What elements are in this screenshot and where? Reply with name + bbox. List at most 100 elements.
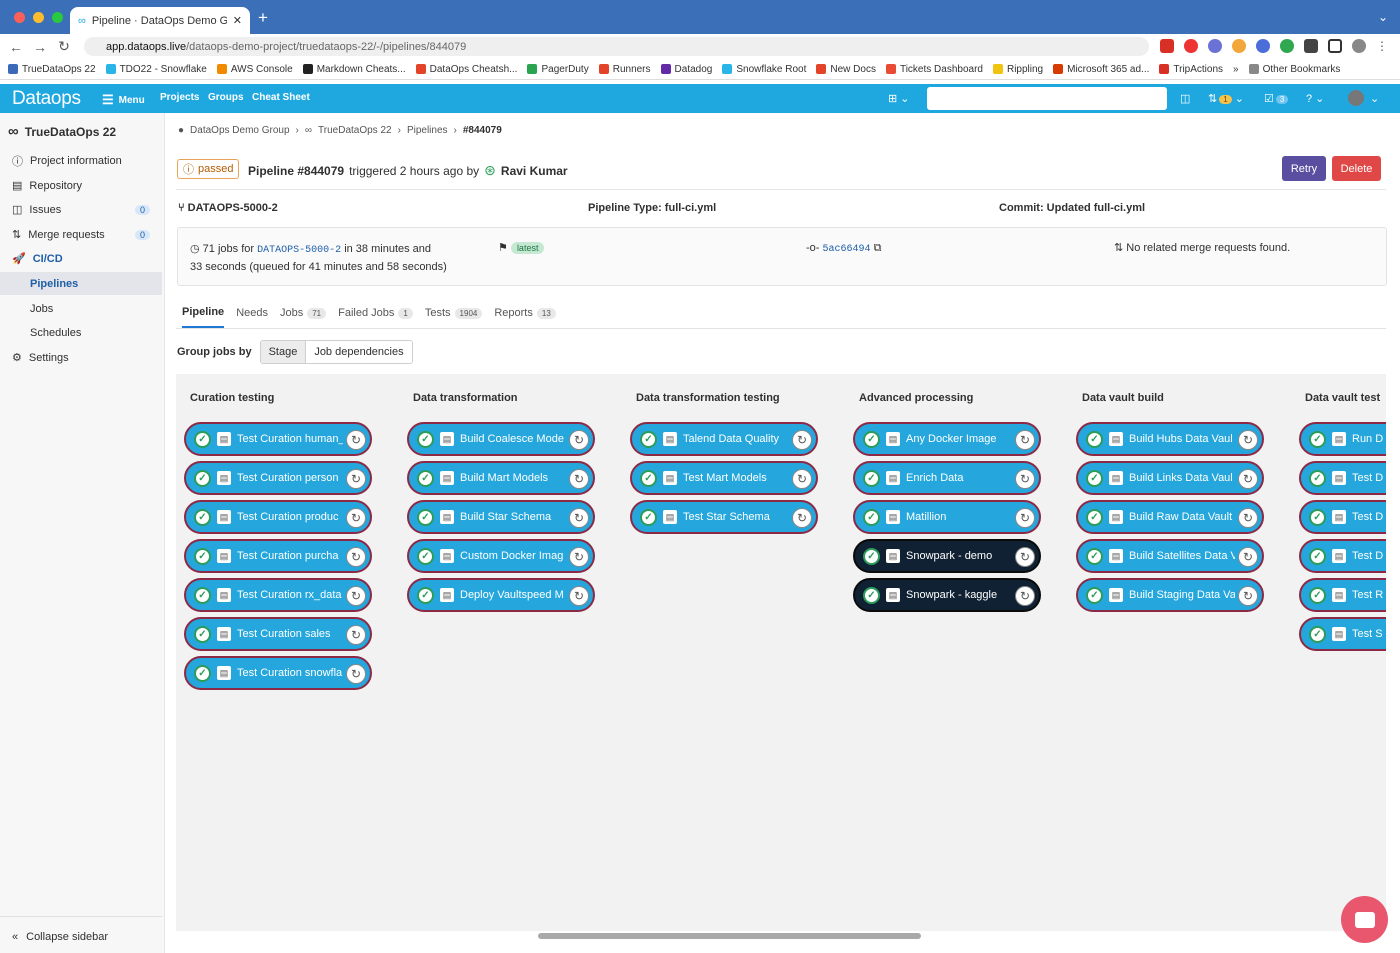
sidebar-item-settings[interactable]: ⚙ Settings (0, 346, 162, 369)
job-pill[interactable]: ✓ ▤ Build Hubs Data Vaul ↻ (1076, 422, 1264, 456)
status-badge[interactable]: ⓘ passed (177, 159, 240, 179)
user-link[interactable]: Ravi Kumar (501, 164, 568, 178)
job-pill[interactable]: ✓▤Run D↻ (1299, 422, 1386, 456)
jobs-branch-link[interactable]: DATAOPS-5000-2 (257, 245, 341, 256)
retry-job-icon[interactable]: ↻ (569, 586, 589, 606)
retry-job-icon[interactable]: ↻ (1238, 508, 1258, 528)
groups-link[interactable]: Groups (208, 92, 244, 103)
retry-button[interactable]: Retry (1282, 156, 1326, 181)
job-pill[interactable]: ✓▤Test R↻ (1299, 578, 1386, 612)
job-pill[interactable]: ✓ ▤ Test Star Schema ↻ (630, 500, 818, 534)
job-pill[interactable]: ✓ ▤ Build Satellites Data V ↻ (1076, 539, 1264, 573)
job-pill[interactable]: ✓ ▤ Matillion ↻ (853, 500, 1041, 534)
retry-job-icon[interactable]: ↻ (569, 469, 589, 489)
job-pill[interactable]: ✓▤Test D↻ (1299, 539, 1386, 573)
retry-job-icon[interactable]: ↻ (346, 508, 366, 528)
cheat-sheet-link[interactable]: Cheat Sheet (252, 92, 310, 103)
retry-job-icon[interactable]: ↻ (1015, 547, 1035, 567)
sidebar-item-jobs[interactable]: Jobs (0, 297, 162, 320)
tab-failed-jobs[interactable]: Failed Jobs 1 (338, 298, 413, 328)
sidebar-item-project-information[interactable]: ⓘ Project information (0, 149, 162, 172)
retry-job-icon[interactable]: ↻ (792, 469, 812, 489)
retry-job-icon[interactable]: ↻ (569, 547, 589, 567)
job-pill[interactable]: ✓▤Test D↻ (1299, 500, 1386, 534)
retry-job-icon[interactable]: ↻ (346, 586, 366, 606)
horizontal-scrollbar[interactable] (176, 930, 1386, 942)
extension-icon[interactable] (1160, 39, 1174, 53)
sidepanel-icon[interactable] (1328, 39, 1342, 53)
sidebar-item-schedules[interactable]: Schedules (0, 321, 162, 344)
job-pill[interactable]: ✓ ▤ Build Raw Data Vault ↻ (1076, 500, 1264, 534)
bookmark-item[interactable]: Microsoft 365 ad... (1053, 64, 1149, 75)
scrollbar-thumb[interactable] (538, 933, 921, 939)
bookmark-item[interactable]: Other Bookmarks (1248, 64, 1340, 75)
extension-icon-2[interactable] (1256, 39, 1270, 53)
job-pill[interactable]: ✓ ▤ Snowpark - kaggle ↻ (853, 578, 1041, 612)
retry-job-icon[interactable]: ↻ (1015, 586, 1035, 606)
retry-job-icon[interactable]: ↻ (792, 508, 812, 528)
job-pill[interactable]: ✓ ▤ Deploy Vaultspeed M ↻ (407, 578, 595, 612)
job-pill[interactable]: ✓ ▤ Enrich Data ↻ (853, 461, 1041, 495)
tab-pipeline[interactable]: Pipeline (182, 298, 225, 328)
plus-icon[interactable]: ⊞ ⌄ (888, 92, 910, 105)
issues-icon[interactable]: ◫ (1180, 92, 1190, 105)
extension-gear-icon[interactable] (1208, 39, 1222, 53)
delete-button[interactable]: Delete (1332, 156, 1381, 181)
profile-avatar-icon[interactable] (1352, 39, 1366, 53)
retry-job-icon[interactable]: ↻ (346, 625, 366, 645)
search-input[interactable] (927, 87, 1167, 110)
bookmark-item[interactable]: Markdown Cheats... (302, 64, 406, 75)
sidebar-item-pipelines[interactable]: Pipelines (0, 272, 162, 295)
sidebar-item-cicd[interactable]: 🚀 CI/CD (0, 247, 162, 270)
job-pill[interactable]: ✓ ▤ Build Links Data Vaul ↻ (1076, 461, 1264, 495)
chat-widget-button[interactable] (1341, 896, 1388, 943)
todos-icon[interactable]: ☑ 3 (1264, 92, 1289, 105)
retry-job-icon[interactable]: ↻ (346, 664, 366, 684)
job-pill[interactable]: ✓ ▤ Any Docker Image ↻ (853, 422, 1041, 456)
new-tab-button[interactable]: + (258, 8, 268, 28)
help-icon[interactable]: ? ⌄ (1306, 92, 1324, 105)
job-pill[interactable]: ✓ ▤ Test Curation purcha ↻ (184, 539, 372, 573)
job-pill[interactable]: ✓ ▤ Test Curation snowfla ↻ (184, 656, 372, 690)
job-pill[interactable]: ✓▤Test D↻ (1299, 461, 1386, 495)
breadcrumb-project[interactable]: TrueDataOps 22 (318, 125, 392, 136)
retry-job-icon[interactable]: ↻ (792, 430, 812, 450)
copy-icon[interactable]: ⧉ (874, 242, 882, 254)
dataops-logo[interactable]: Dataops (12, 88, 81, 110)
retry-job-icon[interactable]: ↻ (346, 430, 366, 450)
bookmark-item[interactable]: AWS Console (216, 64, 293, 75)
sidebar-item-merge-requests[interactable]: ⇅ Merge requests 0 (0, 223, 162, 246)
breadcrumb-group[interactable]: DataOps Demo Group (190, 125, 290, 136)
more-menu-icon[interactable]: ⋮ (1376, 39, 1390, 53)
bookmark-item[interactable]: TrueDataOps 22 (8, 64, 96, 75)
url-input[interactable]: app.dataops.live/dataops-demo-project/tr… (84, 37, 1149, 56)
job-pill[interactable]: ✓ ▤ Test Curation rx_data ↻ (184, 578, 372, 612)
job-pill[interactable]: ✓ ▤ Build Mart Models ↻ (407, 461, 595, 495)
job-pill[interactable]: ✓ ▤ Talend Data Quality ↻ (630, 422, 818, 456)
breadcrumb-pipelines[interactable]: Pipelines (407, 125, 448, 136)
project-title[interactable]: ∞ TrueDataOps 22 (8, 123, 116, 140)
tab-reports[interactable]: Reports 13 (494, 298, 556, 328)
bookmark-item[interactable]: Datadog (660, 64, 712, 75)
puzzle-icon[interactable] (1304, 39, 1318, 53)
job-pill[interactable]: ✓ ▤ Build Coalesce Mode ↻ (407, 422, 595, 456)
job-pill[interactable]: ✓ ▤ Test Curation produc ↻ (184, 500, 372, 534)
bookmark-item[interactable]: » (1233, 64, 1239, 75)
retry-job-icon[interactable]: ↻ (569, 430, 589, 450)
group-by-dependencies-button[interactable]: Job dependencies (306, 341, 411, 363)
merge-requests-icon[interactable]: ⇅ 1 ⌄ (1208, 92, 1244, 105)
adblock-icon[interactable] (1184, 39, 1198, 53)
sidebar-item-repository[interactable]: ▤ Repository (0, 174, 162, 197)
commit-sha-link[interactable]: 5ac66494 (823, 244, 871, 255)
retry-job-icon[interactable]: ↻ (569, 508, 589, 528)
job-pill[interactable]: ✓ ▤ Test Curation person ↻ (184, 461, 372, 495)
bookmark-item[interactable]: Rippling (992, 64, 1043, 75)
breadcrumb-current[interactable]: #844079 (463, 125, 502, 136)
job-pill[interactable]: ✓ ▤ Build Staging Data Va ↻ (1076, 578, 1264, 612)
retry-job-icon[interactable]: ↻ (1238, 586, 1258, 606)
back-icon[interactable]: ← (4, 39, 28, 55)
tab-tests[interactable]: Tests 1904 (425, 298, 483, 328)
job-pill[interactable]: ✓ ▤ Test Mart Models ↻ (630, 461, 818, 495)
forward-icon[interactable]: → (28, 39, 52, 55)
bookmark-item[interactable]: Snowflake Root (722, 64, 806, 75)
